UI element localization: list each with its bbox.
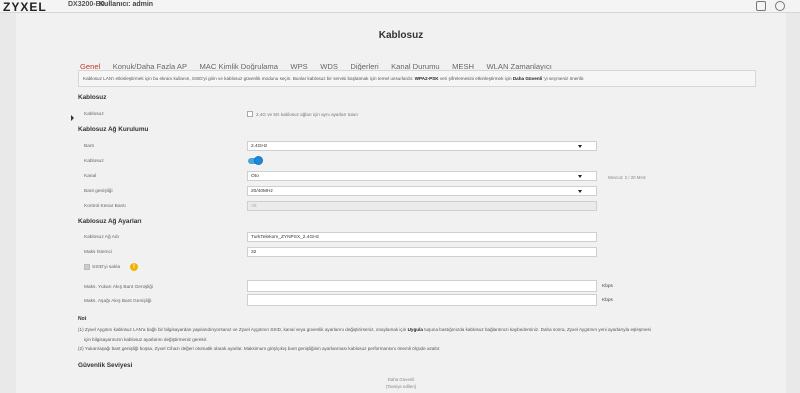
- downstream-bandwidth-input[interactable]: [247, 294, 597, 306]
- control-sideband-label: Kontrol Kenar Bantı: [84, 204, 126, 209]
- downstream-unit: Kbps: [602, 298, 613, 303]
- band-label: Bant: [84, 144, 94, 149]
- bandwidth-label: Bant genişliği: [84, 189, 113, 194]
- info-text-1: Kablosuz LAN'ı etkinleştirmek için bu ek…: [83, 76, 414, 81]
- page-title: Kablosuz: [378, 30, 424, 41]
- note-1-apply: Uygula: [407, 327, 423, 332]
- info-box: Kablosuz LAN'ı etkinleştirmek için bu ek…: [78, 70, 756, 87]
- section-title-network-settings: Kablosuz Ağ Ayarları: [78, 218, 142, 225]
- info-text-3: 'yi seçmeniz önerilir.: [543, 76, 585, 81]
- bandwidth-value: 20/40MHz: [251, 189, 273, 194]
- wireless-label: Kablosuz: [84, 112, 104, 117]
- wireless-toggle-label: Kablosuz: [84, 159, 104, 164]
- channel-current-hint: Mevcut: 2 / 20 MHz: [608, 175, 646, 180]
- ssid-label: Kablosuz Ağ Adı: [84, 235, 119, 240]
- note-1c: tuşuna bastığınızda kablosuz bağlantınız…: [424, 327, 651, 332]
- max-clients-input[interactable]: 32: [247, 247, 597, 257]
- channel-value: Oto: [251, 174, 259, 179]
- band-select[interactable]: 2.4GHz: [247, 141, 597, 151]
- upstream-unit: Kbps: [602, 284, 613, 289]
- notes-title: Not: [78, 316, 87, 322]
- warning-icon: !: [130, 263, 138, 271]
- upstream-bandwidth-input[interactable]: [247, 280, 597, 292]
- toggle-knob: [254, 156, 263, 165]
- chevron-down-icon: [578, 145, 582, 148]
- same-settings-checkbox[interactable]: [247, 111, 253, 117]
- section-title-security: Güvenlik Seviyesi: [78, 362, 133, 369]
- main-panel: Kablosuz Genel Konuk/Daha Fazla AP MAC K…: [16, 13, 786, 393]
- note-1-line-2: için bilgisayarınızın kablosuz ayarların…: [84, 337, 208, 342]
- logout-icon[interactable]: [775, 1, 785, 11]
- bandwidth-select[interactable]: 20/40MHz: [247, 186, 597, 196]
- note-2: (2) Yukarı/aşağı bant genişliği boşsa, Z…: [78, 346, 441, 351]
- upstream-bandwidth-label: Maks. Yukarı Akış Bant Genişliği: [84, 285, 153, 290]
- info-bold-2: Daha Güvenli: [512, 76, 543, 81]
- top-bar: ZYXEL DX3200-B0 Kullanıcı: admin: [0, 0, 800, 14]
- info-bold-1: WPA2-PSK: [414, 76, 439, 81]
- wireless-toggle[interactable]: [248, 156, 263, 165]
- channel-label: Kanal: [84, 174, 97, 179]
- note-1-line-1: (1) Zyxel Aygıtını kablosuz LAN'a bağlı …: [78, 327, 651, 332]
- security-recommended-text: (Tavsiye edilen): [385, 384, 417, 389]
- ssid-input[interactable]: TurkTelekom_ZYNPSX_2.4GHz: [247, 232, 597, 242]
- downstream-bandwidth-label: Maks. Aşağı Akış Bant Genişliği: [84, 299, 152, 304]
- section-title-wireless: Kablosuz: [78, 94, 107, 101]
- ssid-value: TurkTelekom_ZYNPSX_2.4GHz: [251, 235, 320, 240]
- chevron-down-icon: [578, 175, 582, 178]
- user-label: Kullanıcı: admin: [99, 1, 154, 8]
- note-1a: (1) Zyxel Aygıtını kablosuz LAN'a bağlı …: [78, 327, 407, 332]
- hide-ssid-label: SSID'yi sakla: [92, 265, 121, 270]
- tab-bar: Genel Konuk/Daha Fazla AP MAC Kimlik Doğ…: [80, 56, 560, 72]
- zyxel-logo: ZYXEL: [3, 0, 47, 14]
- control-sideband-value: Alt: [251, 204, 257, 209]
- mouse-cursor-icon: [71, 115, 74, 121]
- same-settings-text: 2.4G ve 5G kablosuz ağları için aynı aya…: [256, 112, 358, 117]
- info-text-2: veri şifrelemesini etkinleştirmek için: [439, 76, 512, 81]
- channel-select[interactable]: Oto: [247, 171, 597, 181]
- hide-ssid-checkbox[interactable]: [84, 264, 90, 270]
- control-sideband-select: Alt: [247, 201, 597, 211]
- max-clients-label: Maks İstemci: [84, 250, 112, 255]
- security-level-text: Daha Güvenli: [387, 377, 415, 382]
- chevron-down-icon: [578, 190, 582, 193]
- section-title-network-setup: Kablosuz Ağ Kurulumu: [78, 126, 149, 133]
- menu-icon[interactable]: [756, 1, 766, 11]
- max-clients-value: 32: [251, 250, 257, 255]
- band-value: 2.4GHz: [251, 144, 268, 149]
